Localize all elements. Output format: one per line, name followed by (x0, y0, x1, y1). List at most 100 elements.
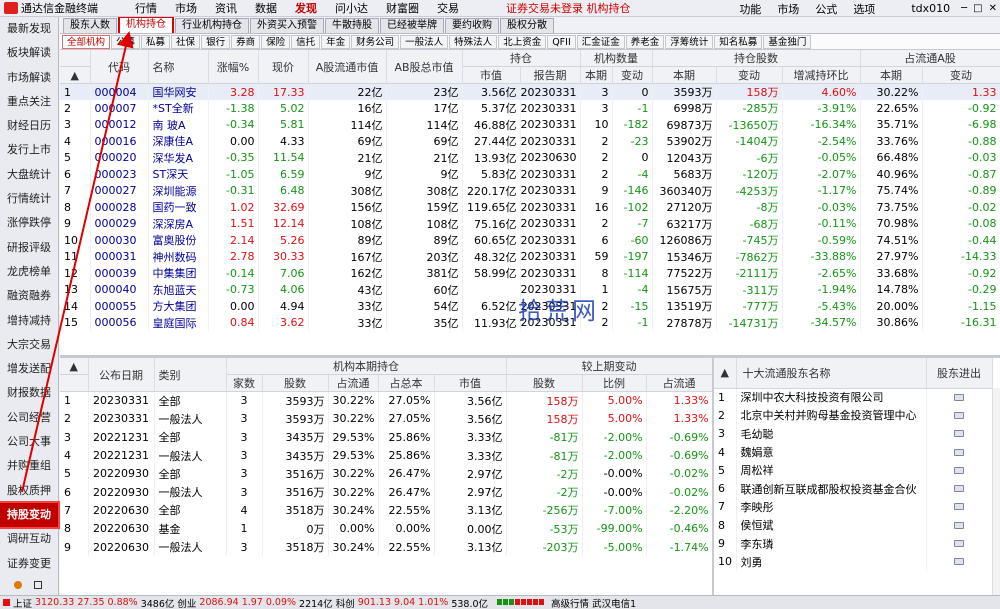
hist-header-total-pct[interactable]: 占总本 (378, 374, 435, 392)
record-icon[interactable] (14, 581, 22, 589)
sh-label[interactable]: 上证 (13, 596, 32, 609)
header-shares-change[interactable]: 变动 (716, 66, 783, 84)
header-shares-current[interactable]: 本期 (652, 66, 717, 84)
table-row[interactable]: 3 000012 南 玻A -0.34 5.81 114亿 114亿 46.88亿 202303… (60, 116, 1000, 133)
header-float-current[interactable]: 本期 (860, 66, 923, 84)
tab-special-legal[interactable]: 特殊法人 (449, 34, 498, 49)
header-inst-current[interactable]: 本期 (580, 66, 613, 84)
table-row[interactable]: 11 000031 神州数码 2.78 30.33 167亿 203亿 48.32亿 20230… (60, 248, 1000, 265)
sidebar-item-focus[interactable]: 重点关注 (0, 90, 58, 114)
list-item[interactable]: 9 李东璘 (714, 534, 993, 553)
menu-market[interactable]: 市场 (777, 1, 799, 17)
list-item[interactable]: 5 周松祥 (714, 461, 993, 480)
tab-tender-offer[interactable]: 要约收购 (445, 18, 499, 33)
list-item[interactable]: 1 深圳中农大科技投资有限公司 (714, 388, 993, 407)
menu-item-faxian[interactable]: 发现 (295, 0, 317, 16)
tab-dispersion[interactable]: 股权分散 (500, 18, 554, 33)
sidebar-item-pledge[interactable]: 股权质押 (0, 479, 58, 503)
header-sort-icon[interactable]: ▲ (60, 66, 91, 84)
tab-social-security[interactable]: 社保 (171, 34, 201, 49)
header-qoq[interactable]: 增减持环比 (782, 66, 861, 84)
menu-item-caifuquan[interactable]: 财富圈 (386, 0, 419, 16)
list-item[interactable]: 7 李映彤 (714, 497, 993, 517)
sidebar-item-market[interactable]: 市场解读 (0, 66, 58, 90)
sidebar-item-sector[interactable]: 板块解读 (0, 41, 58, 65)
menu-item-jiaoyi[interactable]: 交易 (437, 0, 459, 16)
square-icon[interactable] (34, 581, 42, 589)
hist-header-date[interactable]: 公布日期 (88, 358, 155, 392)
table-row[interactable]: 10 000030 富奥股份 2.14 5.26 89亿 89亿 60.65亿 20230331… (60, 232, 1000, 249)
list-item[interactable]: 4 魏娟意 (714, 442, 993, 462)
hist-header-mkt-value[interactable]: 市值 (434, 374, 507, 392)
mail-icon[interactable] (954, 540, 964, 548)
hist-header-sort-icon[interactable]: ▲ (60, 358, 89, 375)
sidebar-item-placement[interactable]: 增发送配 (0, 357, 58, 381)
sidebar-item-quote-stats[interactable]: 行情统计 (0, 187, 58, 211)
tab-finance-company[interactable]: 财务公司 (351, 34, 400, 49)
mail-icon[interactable] (954, 466, 964, 474)
sidebar-item-rating[interactable]: 研报评级 (0, 236, 58, 260)
table-row[interactable]: 1 20230331 全部 3 3593万 30.22% 27.05% 3.56亿 158万 5.… (60, 391, 713, 410)
tab-insurance[interactable]: 保险 (261, 34, 291, 49)
header-inst-change[interactable]: 变动 (612, 66, 653, 84)
close-icon[interactable]: ✕ (989, 3, 997, 14)
table-row[interactable]: 2 000007 *ST全新 -1.38 5.02 16亿 17亿 5.37亿 20230331… (60, 100, 1000, 117)
minimize-icon[interactable]: ─ (961, 3, 967, 14)
server-name[interactable]: 武汉电信1 (592, 596, 636, 609)
table-row[interactable]: 5 20220930 全部 3 3516万 30.22% 26.47% 2.97亿 -2万 -0.… (60, 464, 713, 483)
table-row[interactable]: 6 20220930 一般法人 3 3516万 30.22% 26.47% 2.97亿 -2万 -… (60, 482, 713, 502)
sidebar-item-financials[interactable]: 财报数据 (0, 381, 58, 405)
tab-general-legal[interactable]: 一般法人 (400, 34, 449, 49)
header-ab-total-cap[interactable]: AB股总市值 (386, 50, 463, 84)
sidebar-item-limit[interactable]: 涨停跌停 (0, 211, 58, 235)
tab-fund-exclusive[interactable]: 基金独门 (763, 34, 812, 49)
table-row[interactable]: 8 20220630 基金 1 0万 0.00% 0.00% 0.00亿 -53万 -99.00%… (60, 519, 713, 538)
tab-foreign-alert[interactable]: 外资买入预警 (250, 18, 324, 33)
menu-function[interactable]: 功能 (739, 1, 761, 17)
table-row[interactable]: 9 20220630 一般法人 3 3518万 30.24% 22.55% 3.13亿 -203… (60, 537, 713, 557)
tab-industry-holding[interactable]: 行业机构持仓 (175, 18, 249, 33)
hist-header-chg-shares[interactable]: 股数 (506, 374, 583, 392)
header-change-pct[interactable]: 涨幅% (208, 50, 259, 84)
mail-icon[interactable] (954, 521, 964, 529)
hist-header-float-pct[interactable]: 占流通 (328, 374, 379, 392)
table-row[interactable]: 9 000029 深深房A 1.51 12.14 108亿 108亿 75.16亿 202303… (60, 215, 1000, 232)
restore-icon[interactable]: □ (973, 3, 982, 14)
tab-institution-holding[interactable]: 机构持仓 (118, 17, 174, 33)
table-row[interactable]: 1 000004 国华网安 3.28 17.33 22亿 23亿 3.56亿 20230331 3… (60, 83, 1000, 100)
table-row[interactable]: 6 000023 ST深天 -1.05 6.59 9亿 9亿 5.83亿 20230331 2 -4… (60, 166, 1000, 183)
cy-label[interactable]: 创业 (177, 596, 196, 609)
mail-icon[interactable] (954, 503, 964, 511)
table-row[interactable]: 3 20221231 全部 3 3435万 29.53% 25.86% 3.33亿 -81万 -2… (60, 428, 713, 447)
hist-header-category[interactable]: 类别 (154, 358, 227, 392)
table-row[interactable]: 8 000028 国药一致 1.02 32.69 156亿 159亿 119.65亿 20230… (60, 199, 1000, 216)
sidebar-item-margin[interactable]: 融资融券 (0, 284, 58, 308)
tab-shareholders[interactable]: 股东人数 (63, 18, 117, 33)
sidebar-item-operations[interactable]: 公司经营 (0, 406, 58, 430)
tab-annuity[interactable]: 年金 (321, 34, 351, 49)
mail-icon[interactable] (954, 430, 964, 438)
sidebar-item-change[interactable]: 证券变更 (0, 552, 58, 576)
tab-stake-placard[interactable]: 已经被举牌 (380, 18, 444, 33)
tab-all-institutions[interactable]: 全部机构 (62, 34, 111, 49)
kc-label[interactable]: 科创 (336, 596, 355, 609)
tab-individual[interactable]: 牛散持股 (325, 18, 379, 33)
list-item[interactable]: 10 刘勇 (714, 552, 993, 571)
menu-item-wenxiaoda[interactable]: 问小达 (335, 0, 368, 16)
login-notice[interactable]: 证券交易未登录 机构持仓 (506, 0, 631, 16)
menu-options[interactable]: 选项 (853, 1, 875, 17)
header-name[interactable]: 名称 (148, 50, 209, 84)
sidebar-item-latest[interactable]: 最新发现 (0, 17, 58, 41)
header-a-float-cap[interactable]: A股流通市值 (308, 50, 387, 84)
hist-header-shares[interactable]: 股数 (262, 374, 329, 392)
holders-header-sort-icon[interactable]: ▲ (714, 358, 737, 389)
menu-item-zixun[interactable]: 资讯 (215, 0, 237, 16)
tab-float-stats[interactable]: 浮筹统计 (665, 34, 714, 49)
tab-private-fund[interactable]: 私募 (141, 34, 171, 49)
sidebar-item-events[interactable]: 公司大事 (0, 430, 58, 454)
tab-qfii[interactable]: QFII (547, 34, 576, 49)
sidebar-item-dragon-tiger[interactable]: 龙虎榜单 (0, 260, 58, 284)
list-item[interactable]: 8 侯恒斌 (714, 516, 993, 535)
hist-header-count[interactable]: 家数 (226, 374, 263, 392)
holders-scrollbar[interactable] (992, 388, 1000, 595)
